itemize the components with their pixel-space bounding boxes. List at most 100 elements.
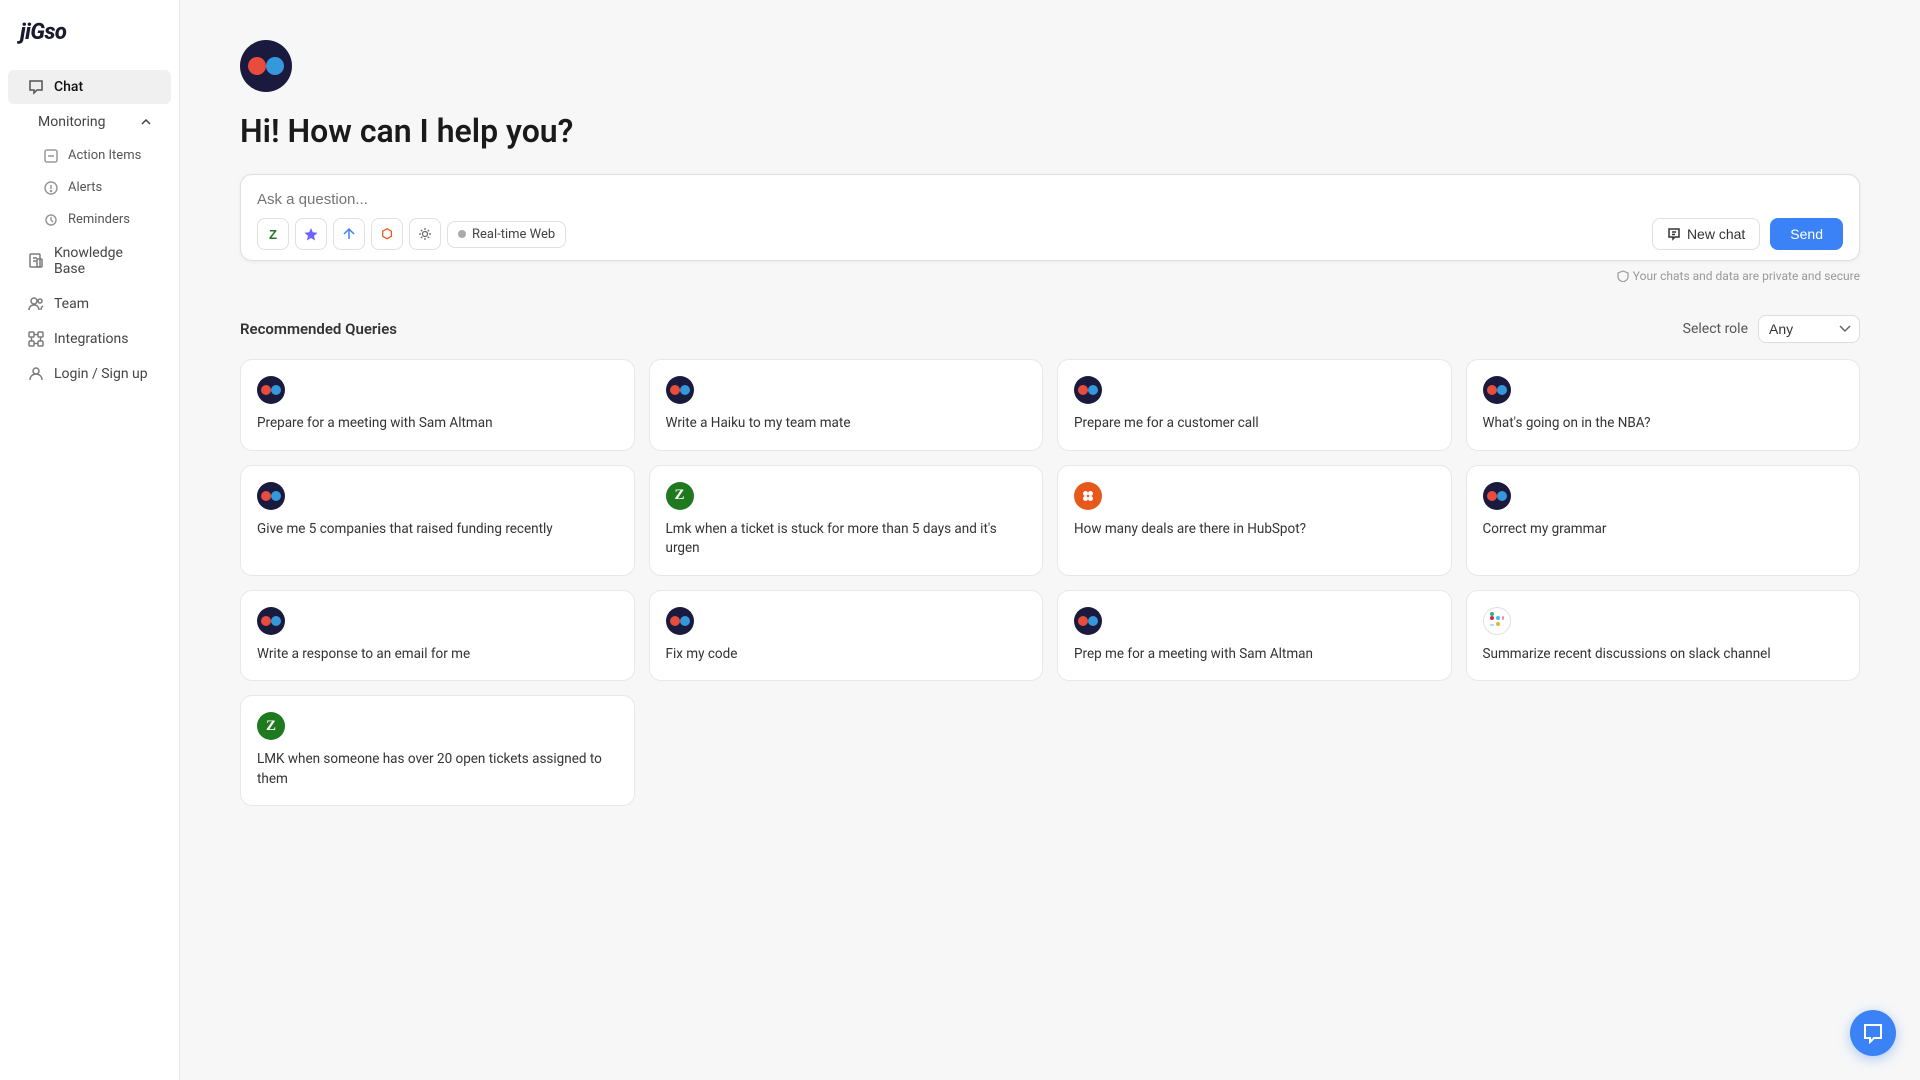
card-text: Prepare for a meeting with Sam Altman [257,414,618,434]
card-text: Lmk when a ticket is stuck for more than… [666,520,1027,559]
integrations-icon [28,331,44,347]
main-content: Hi! How can I help you? Z [180,0,1920,1080]
sidebar-item-monitoring[interactable]: Monitoring [8,105,171,139]
tool-btn-hubspot[interactable]: ⬡ [371,218,403,250]
section-title: Recommended Queries [240,320,397,338]
send-button[interactable]: Send [1770,218,1843,250]
app-logo: jiGso [0,20,179,69]
query-card-q13[interactable]: Z LMK when someone has over 20 open tick… [240,695,635,806]
arrow-icon [342,227,356,241]
card-text: Write a response to an email for me [257,645,618,665]
card-text: Write a Haiku to my team mate [666,414,1027,434]
query-card-q1[interactable]: Prepare for a meeting with Sam Altman [240,359,635,451]
slack-icon [1483,607,1511,635]
sidebar-item-reminders[interactable]: Reminders [8,204,171,235]
sidebar: jiGso Chat Monitoring [0,0,180,1080]
query-card-q3[interactable]: Prepare me for a customer call [1057,359,1452,451]
jigso-icon [257,482,285,510]
avatar-dot-red [248,57,266,75]
query-card-q5[interactable]: Give me 5 companies that raised funding … [240,465,635,576]
input-container: Z ⬡ [240,174,1860,261]
jigso-icon [1074,376,1102,404]
sidebar-item-chat[interactable]: Chat [8,70,171,104]
toolbar-right: New chat Send [1652,218,1843,250]
new-chat-icon [1667,227,1681,241]
sidebar-item-login-label: Login / Sign up [54,366,148,382]
action-items-icon [44,149,58,163]
avatar [240,40,292,92]
query-card-q4[interactable]: What's going on in the NBA? [1466,359,1861,451]
role-select[interactable]: Any Sales Support Marketing [1758,315,1860,343]
jigso-icon [257,376,285,404]
reminders-icon [44,213,58,227]
sidebar-item-action-items[interactable]: Action Items [8,140,171,171]
new-chat-button[interactable]: New chat [1652,218,1760,250]
query-card-q7[interactable]: How many deals are there in HubSpot? [1057,465,1452,576]
card-text: Prep me for a meeting with Sam Altman [1074,645,1435,665]
bottom-chat-button[interactable] [1850,1010,1896,1056]
card-text: Give me 5 companies that raised funding … [257,520,618,540]
chat-icon [28,79,44,95]
sidebar-item-action-items-label: Action Items [68,148,141,163]
privacy-text: Your chats and data are private and secu… [1633,269,1860,283]
realtime-web-toggle[interactable]: Real-time Web [447,221,566,248]
query-card-q8[interactable]: Correct my grammar [1466,465,1861,576]
jigso-icon [1074,607,1102,635]
sidebar-item-team[interactable]: Team [8,287,171,321]
section-header: Recommended Queries Select role Any Sale… [240,315,1860,343]
jigso-icon [257,607,285,635]
card-text: What's going on in the NBA? [1483,414,1844,434]
sidebar-item-login[interactable]: Login / Sign up [8,357,171,391]
sidebar-nav: Chat Monitoring Action Items [0,69,179,1060]
input-toolbar: Z ⬡ [257,218,1843,250]
sidebar-item-monitoring-label: Monitoring [38,114,106,130]
tool-btn-star[interactable] [295,218,327,250]
privacy-note: Your chats and data are private and secu… [240,269,1860,283]
query-card-q11[interactable]: Prep me for a meeting with Sam Altman [1057,590,1452,682]
select-role-label: Select role [1683,321,1748,337]
hubspot-svg [1080,488,1096,504]
jigso-icon [666,607,694,635]
gear-icon [418,227,432,241]
query-card-q2[interactable]: Write a Haiku to my team mate [649,359,1044,451]
tool-btn-z[interactable]: Z [257,218,289,250]
knowledge-base-icon [28,253,44,269]
alerts-icon [44,181,58,195]
shield-icon [1617,270,1629,282]
queries-grid: Prepare for a meeting with Sam Altman Wr… [240,359,1860,806]
avatar-dot-blue [266,57,284,75]
zendesk-icon: Z [666,482,694,510]
send-label: Send [1790,226,1823,242]
zendesk-icon: Z [257,712,285,740]
ask-input[interactable] [257,191,1843,208]
jigso-icon [1483,376,1511,404]
sidebar-item-team-label: Team [54,296,89,312]
sidebar-item-chat-label: Chat [54,79,83,95]
sidebar-item-alerts-label: Alerts [68,180,102,195]
query-card-q12[interactable]: Summarize recent discussions on slack ch… [1466,590,1861,682]
jigso-icon [666,376,694,404]
select-role-container: Select role Any Sales Support Marketing [1683,315,1860,343]
jigso-icon [1483,482,1511,510]
query-card-q6[interactable]: Z Lmk when a ticket is stuck for more th… [649,465,1044,576]
team-icon [28,296,44,312]
sidebar-item-reminders-label: Reminders [68,212,130,227]
sidebar-item-alerts[interactable]: Alerts [8,172,171,203]
realtime-dot [458,230,466,238]
card-text: Correct my grammar [1483,520,1844,540]
query-card-q10[interactable]: Fix my code [649,590,1044,682]
new-chat-label: New chat [1687,226,1745,242]
sidebar-item-integrations[interactable]: Integrations [8,322,171,356]
sidebar-item-knowledge-base-label: Knowledge Base [54,245,151,277]
query-card-q9[interactable]: Write a response to an email for me [240,590,635,682]
sidebar-item-knowledge-base[interactable]: Knowledge Base [8,236,171,286]
realtime-web-label: Real-time Web [472,227,555,242]
sidebar-item-integrations-label: Integrations [54,331,128,347]
tool-btn-arrow[interactable] [333,218,365,250]
tool-btn-gear[interactable] [409,218,441,250]
hubspot-icon [1074,482,1102,510]
star-icon [304,227,318,241]
card-text: LMK when someone has over 20 open ticket… [257,750,618,789]
greeting-text: Hi! How can I help you? [240,112,1860,150]
toolbar-left: Z ⬡ [257,218,566,250]
